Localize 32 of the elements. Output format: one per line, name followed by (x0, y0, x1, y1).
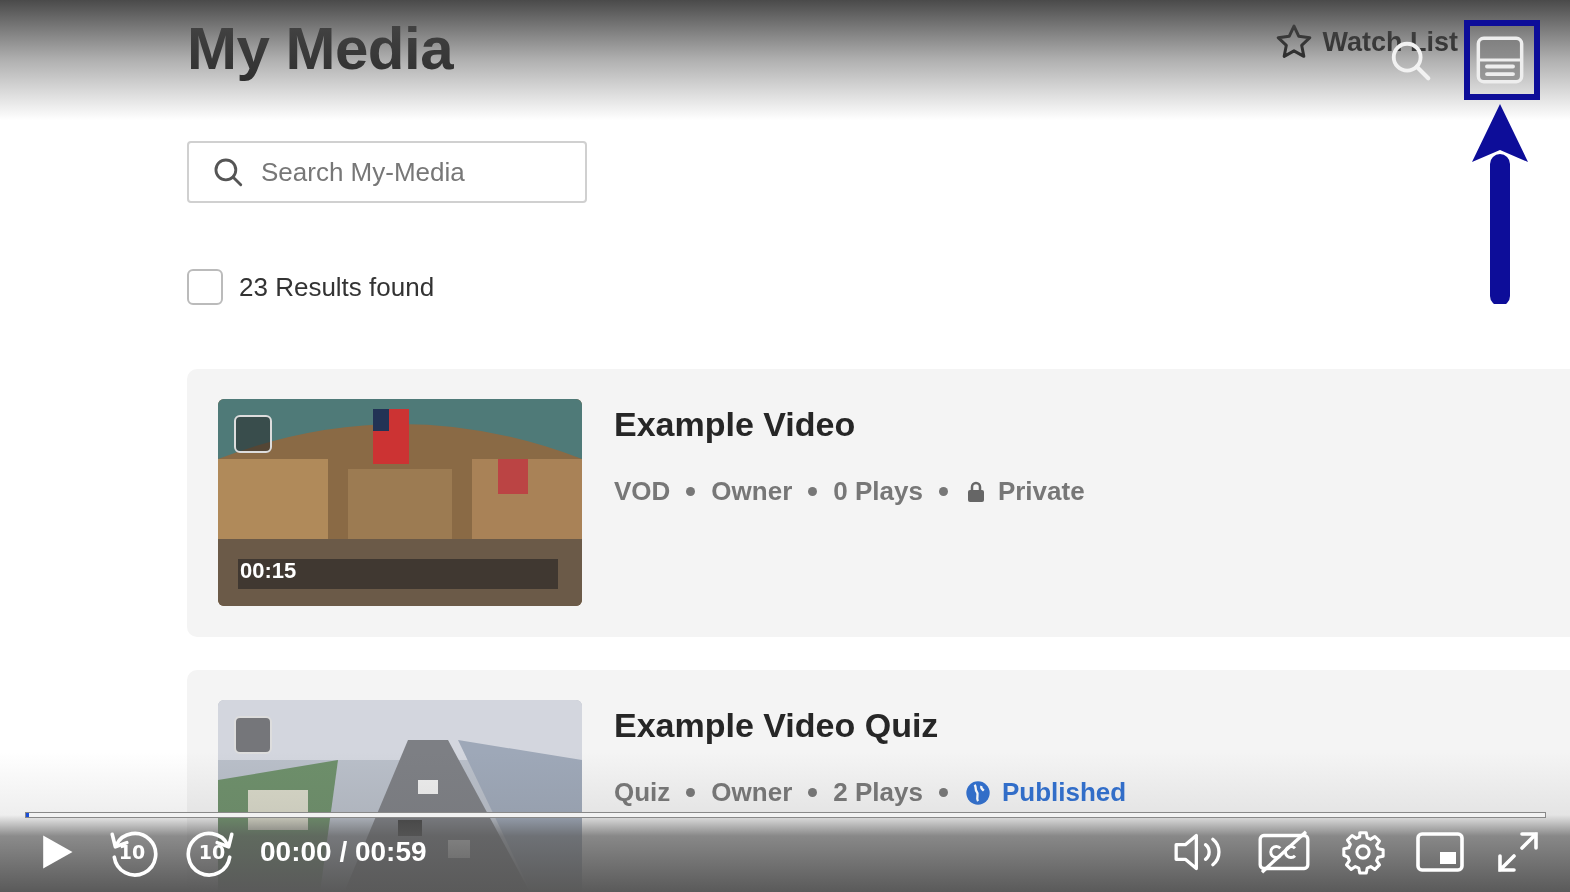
separator-dot (808, 788, 818, 797)
meta-text: 2 Plays (833, 777, 923, 808)
media-title[interactable]: Example Video Quiz (614, 706, 1127, 745)
separator-dot (938, 487, 948, 496)
separator-dot (686, 487, 696, 496)
status-label: Published (963, 777, 1127, 808)
skip-back-button[interactable]: 10 (106, 826, 158, 878)
meta-text: Quiz (614, 777, 671, 808)
captions-icon[interactable] (1256, 830, 1312, 874)
duration-label: 00:15 (240, 558, 297, 584)
select-all-checkbox[interactable] (187, 269, 223, 305)
settings-icon[interactable] (1340, 829, 1386, 875)
separator-dot (808, 487, 818, 496)
item-checkbox[interactable] (234, 716, 272, 754)
separator-dot (686, 788, 696, 797)
media-card[interactable]: 00:15 Example Video VOD Owner 0 Plays Private (187, 369, 1570, 637)
meta-text: 0 Plays (833, 476, 923, 507)
time-display: 00:00 / 00:59 (260, 836, 427, 868)
meta-text: VOD (614, 476, 671, 507)
picture-in-picture-icon[interactable] (1414, 830, 1466, 874)
results-count: 23 Results found (239, 271, 435, 303)
meta-text: Owner (711, 476, 793, 507)
separator-dot (938, 788, 948, 797)
item-checkbox[interactable] (234, 415, 272, 453)
media-title[interactable]: Example Video (614, 405, 1085, 444)
status-label: Private (963, 476, 1085, 507)
progress-track[interactable] (25, 812, 1546, 818)
skip-forward-button[interactable]: 10 (186, 826, 238, 878)
meta-text: Owner (711, 777, 793, 808)
page-title: My Media (187, 14, 454, 83)
search-field[interactable]: Search My-Media (187, 141, 587, 203)
globe-icon (963, 778, 992, 807)
